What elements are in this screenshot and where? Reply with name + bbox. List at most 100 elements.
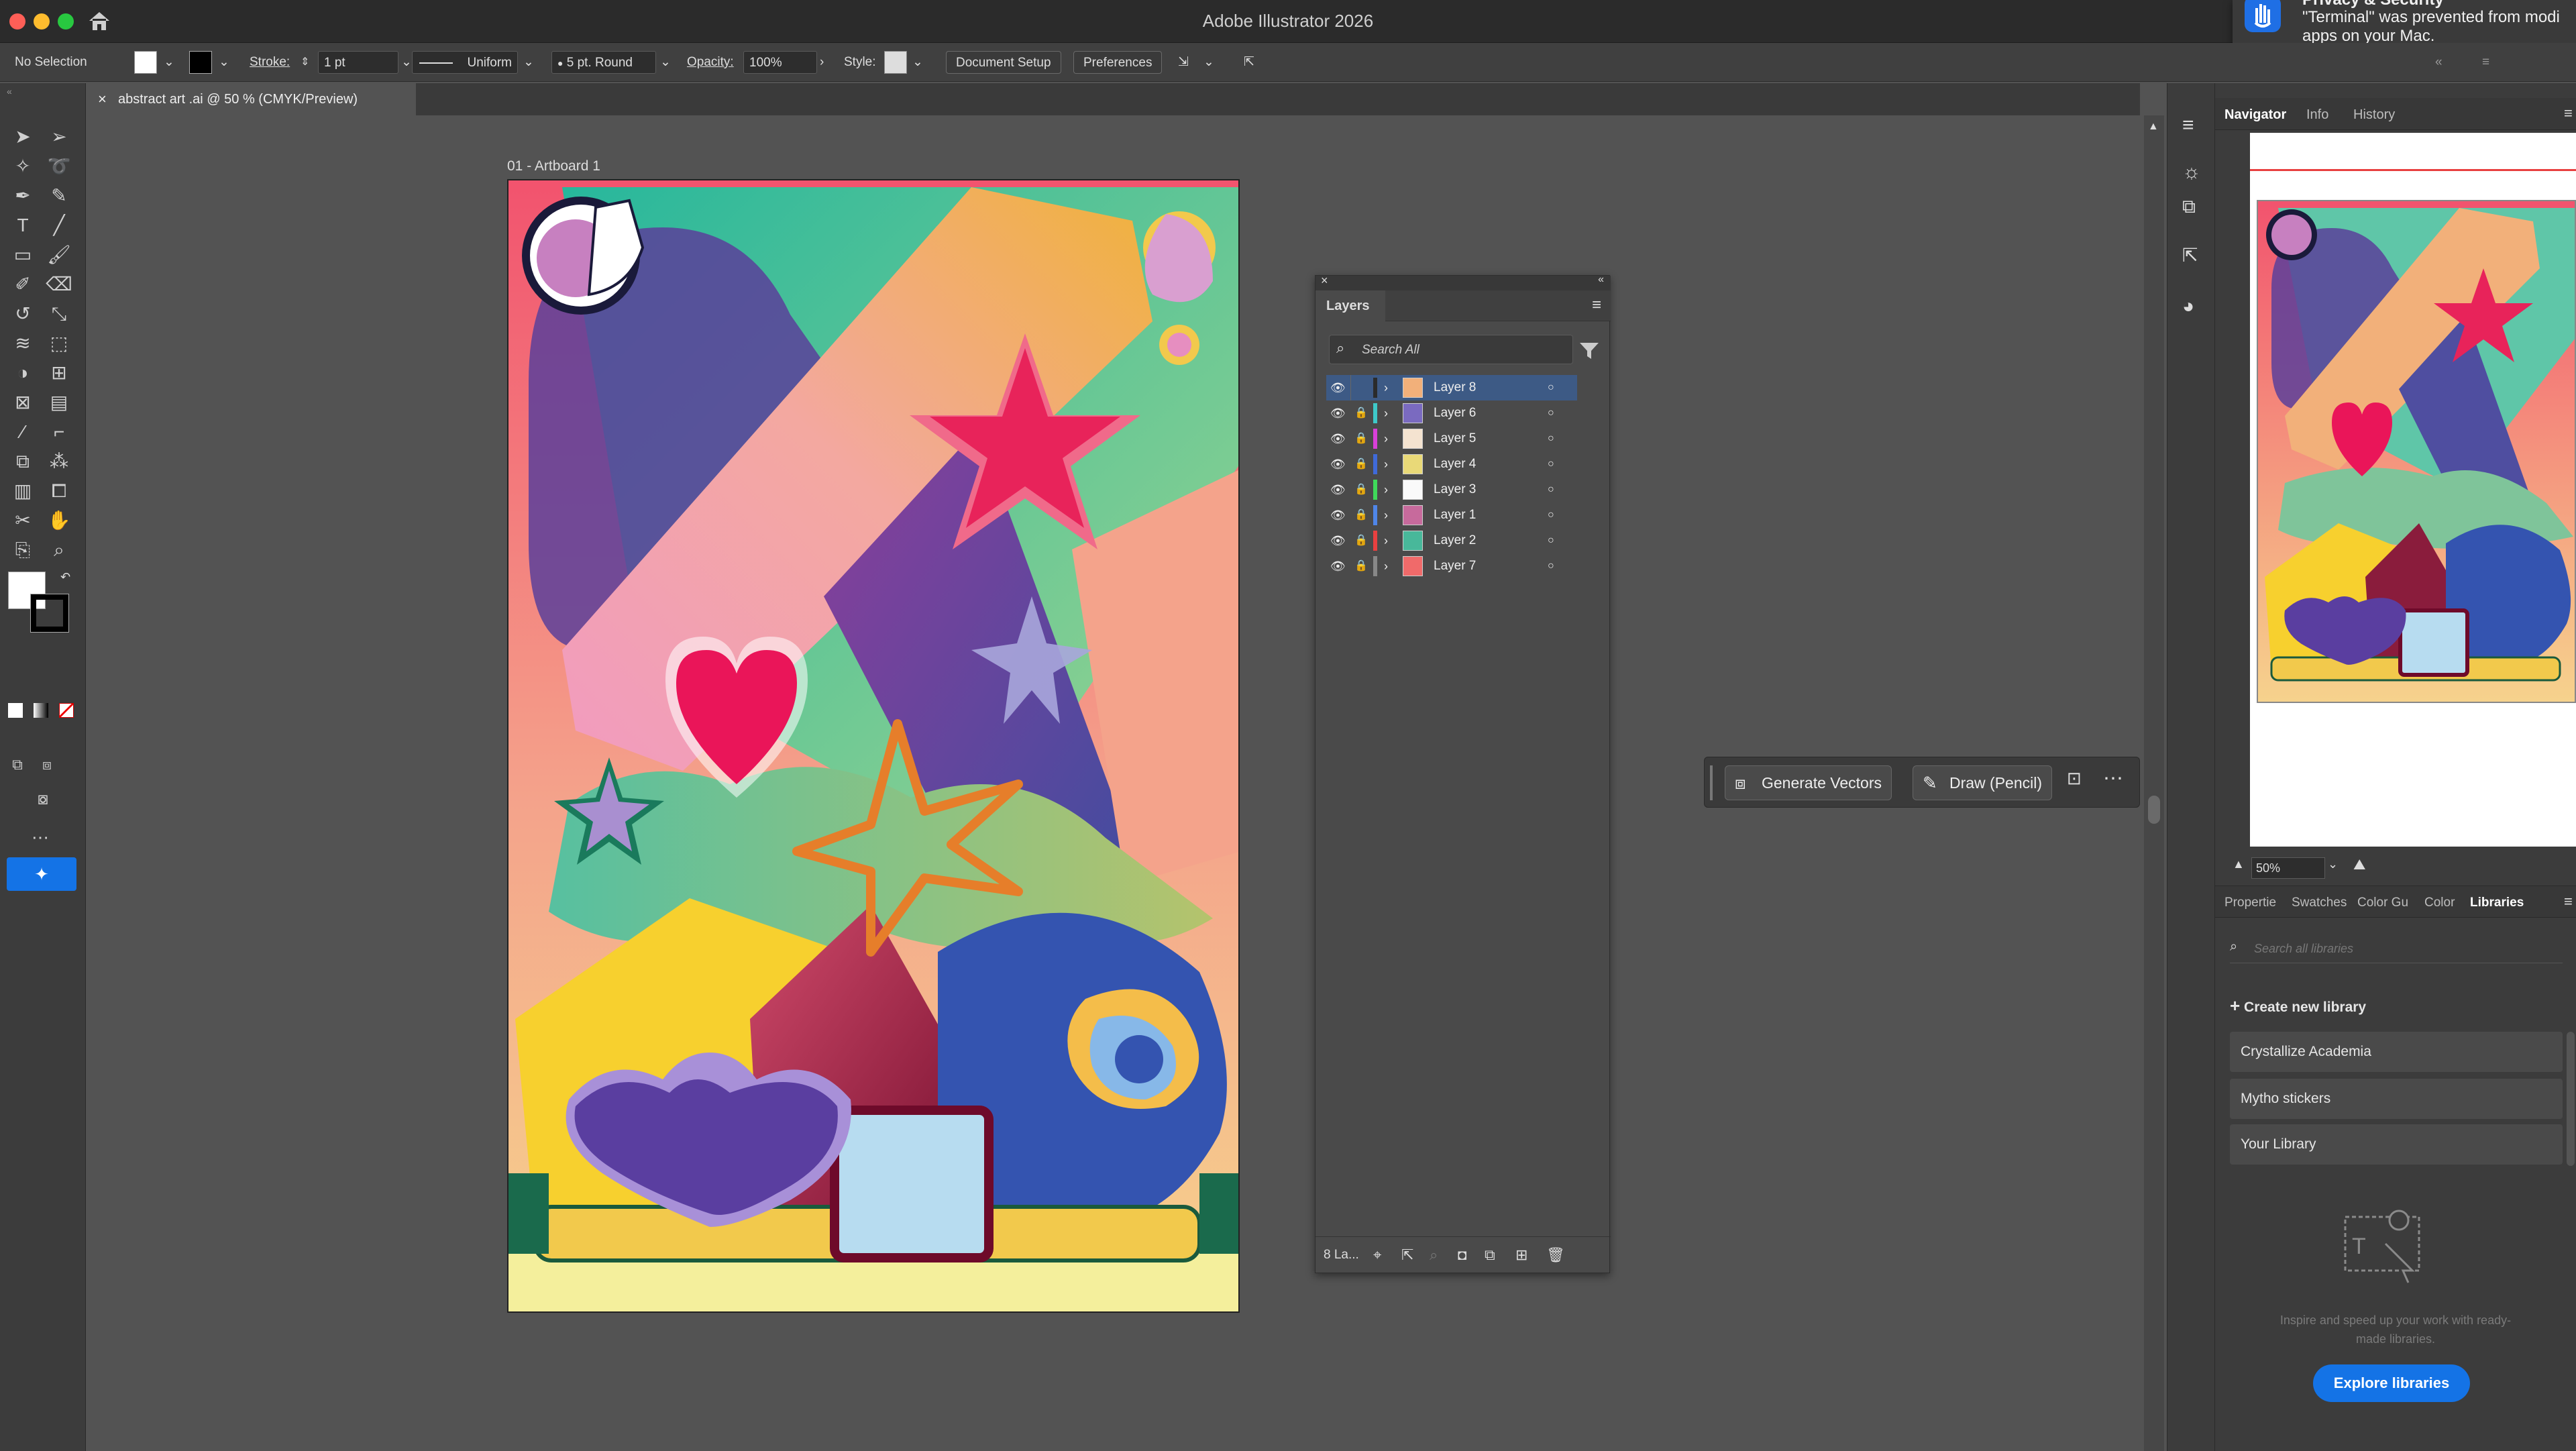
layer-name[interactable]: Layer 3 bbox=[1434, 477, 1476, 502]
layer-row[interactable]: 👁 🔒 › Layer 2 ○ bbox=[1326, 528, 1577, 553]
measure-tool-icon[interactable]: ⌐ bbox=[46, 419, 72, 445]
library-item[interactable]: Crystallize Academia bbox=[2230, 1032, 2563, 1072]
chevron-down-icon[interactable]: ⌄ bbox=[912, 51, 923, 74]
canvas-vertical-scrollbar[interactable]: ▲ bbox=[2144, 115, 2164, 1451]
target-icon[interactable]: ○ bbox=[1548, 400, 1554, 426]
drag-handle[interactable] bbox=[1710, 765, 1713, 800]
tab-layers[interactable]: Layers bbox=[1316, 290, 1385, 321]
library-item[interactable]: Mytho stickers bbox=[2230, 1079, 2563, 1119]
scale-tool-icon[interactable]: ⤡ bbox=[46, 301, 72, 327]
chevron-down-icon[interactable]: ⌄ bbox=[219, 51, 229, 74]
layer-name[interactable]: Layer 7 bbox=[1434, 553, 1476, 579]
explore-libraries-button[interactable]: Explore libraries bbox=[2313, 1364, 2470, 1402]
lock-icon[interactable]: 🔒 bbox=[1354, 502, 1368, 528]
sun-icon[interactable]: ☼ bbox=[2182, 161, 2201, 184]
eye-icon[interactable]: 👁 bbox=[1330, 426, 1346, 451]
panel-menu-icon[interactable]: ≡ bbox=[2482, 51, 2489, 74]
eye-icon[interactable]: 👁 bbox=[1330, 477, 1346, 502]
artboard[interactable] bbox=[507, 179, 1240, 1313]
direct-selection-tool-icon[interactable]: ➢ bbox=[46, 123, 72, 150]
draw-normal-icon[interactable]: ⧉ bbox=[4, 751, 31, 778]
eyedropper-tool-icon[interactable]: ⁄ bbox=[9, 419, 36, 445]
lock-icon[interactable]: 🔒 bbox=[1354, 426, 1368, 451]
eye-icon[interactable]: 👁 bbox=[1330, 375, 1346, 400]
library-item[interactable]: Your Library bbox=[2230, 1124, 2563, 1165]
collapse-icon[interactable]: « bbox=[2435, 51, 2443, 74]
target-icon[interactable]: ○ bbox=[1548, 375, 1554, 400]
warp-tool-icon[interactable]: ≋ bbox=[9, 330, 36, 357]
chevron-right-icon[interactable]: › bbox=[1384, 375, 1388, 400]
tab-history[interactable]: History bbox=[2353, 107, 2395, 123]
zoom-out-icon[interactable]: ▲ bbox=[2233, 857, 2245, 871]
layer-row[interactable]: 👁 🔒 › Layer 3 ○ bbox=[1326, 477, 1577, 502]
chevron-down-icon[interactable]: ⌄ bbox=[164, 51, 174, 74]
target-icon[interactable]: ○ bbox=[1548, 528, 1554, 553]
zoom-tool-icon[interactable]: ⌕ bbox=[46, 537, 72, 563]
paintbrush-tool-icon[interactable]: 🖌 bbox=[46, 241, 72, 268]
image-trace-icon[interactable]: ⊡ bbox=[2067, 768, 2082, 789]
lock-icon[interactable]: 🔒 bbox=[1354, 477, 1368, 502]
chevron-down-icon[interactable]: ⌄ bbox=[523, 51, 534, 74]
slice-tool-icon[interactable]: ✂ bbox=[9, 507, 36, 534]
target-icon[interactable]: ○ bbox=[1548, 553, 1554, 579]
chevron-down-icon[interactable]: ⌄ bbox=[660, 51, 671, 74]
libraries-scrollbar[interactable] bbox=[2567, 1032, 2575, 1166]
gradient-mode-icon[interactable] bbox=[34, 703, 48, 718]
lasso-tool-icon[interactable]: ➰ bbox=[46, 153, 72, 180]
layer-row[interactable]: 👁 › Layer 8 ○ bbox=[1326, 375, 1577, 400]
layer-row[interactable]: 👁 🔒 › Layer 5 ○ bbox=[1326, 426, 1577, 451]
stepper-icon[interactable]: ⇕ bbox=[301, 51, 309, 74]
artboard-tool-icon[interactable]: ⧠ bbox=[46, 478, 72, 504]
navigator-preview[interactable] bbox=[2250, 133, 2576, 847]
print-tiling-tool-icon[interactable]: ⎘ bbox=[9, 537, 36, 563]
target-icon[interactable]: ○ bbox=[1548, 477, 1554, 502]
panel-menu-icon[interactable]: ≡ bbox=[2564, 893, 2573, 910]
opacity-field[interactable]: 100% bbox=[743, 51, 817, 74]
preferences-button[interactable]: Preferences bbox=[1073, 51, 1163, 74]
collapse-icon[interactable]: « bbox=[7, 86, 12, 97]
layer-name[interactable]: Layer 8 bbox=[1434, 375, 1476, 400]
hand-tool-icon[interactable]: ✋ bbox=[46, 507, 72, 534]
eye-icon[interactable]: 👁 bbox=[1330, 553, 1346, 579]
tab-navigator[interactable]: Navigator bbox=[2224, 107, 2286, 123]
eye-icon[interactable]: 👁 bbox=[1330, 451, 1346, 477]
panel-menu-icon[interactable]: ≡ bbox=[2564, 105, 2573, 122]
layer-row[interactable]: 👁 🔒 › Layer 6 ○ bbox=[1326, 400, 1577, 426]
panel-menu-icon[interactable]: ≡ bbox=[1592, 296, 1601, 315]
shape-builder-tool-icon[interactable]: ◑ bbox=[9, 360, 36, 386]
lock-icon[interactable]: 🔒 bbox=[1354, 400, 1368, 426]
search-icon[interactable]: ⌕ bbox=[1430, 1237, 1438, 1273]
chevron-right-icon[interactable]: › bbox=[1384, 502, 1388, 528]
chevron-down-icon[interactable]: ⌄ bbox=[1203, 51, 1214, 74]
clipping-mask-icon[interactable]: ◘ bbox=[1458, 1237, 1466, 1273]
document-tab[interactable]: × abstract art .ai @ 50 % (CMYK/Preview) bbox=[87, 83, 416, 115]
type-tool-icon[interactable]: T bbox=[9, 212, 36, 239]
layer-name[interactable]: Layer 5 bbox=[1434, 426, 1476, 451]
navigator-view-box[interactable] bbox=[2250, 169, 2576, 171]
layers-search-input[interactable]: ⌕ Search All bbox=[1329, 335, 1573, 364]
more-options-icon[interactable]: ⋯ bbox=[2103, 767, 2123, 790]
transform-icon[interactable]: ⧉ bbox=[2182, 196, 2196, 218]
rectangle-tool-icon[interactable]: ▭ bbox=[9, 241, 36, 268]
arrange-icon[interactable]: ⇲ bbox=[1178, 51, 1189, 74]
eye-icon[interactable]: 👁 bbox=[1330, 528, 1346, 553]
zoom-in-icon[interactable]: ⛰ bbox=[2353, 856, 2365, 873]
scrollbar-thumb[interactable] bbox=[2148, 796, 2160, 824]
mesh-tool-icon[interactable]: ⊠ bbox=[9, 389, 36, 416]
share-icon[interactable]: ⇱ bbox=[1244, 51, 1254, 74]
target-icon[interactable]: ○ bbox=[1548, 451, 1554, 477]
layer-row[interactable]: 👁 🔒 › Layer 4 ○ bbox=[1326, 451, 1577, 477]
tab-libraries[interactable]: Libraries bbox=[2470, 896, 2524, 910]
stroke-profile-dropdown[interactable]: Uniform bbox=[412, 51, 518, 74]
trash-icon[interactable]: 🗑 bbox=[1546, 1237, 1565, 1273]
stroke-weight-field[interactable]: 1 pt bbox=[318, 51, 398, 74]
collapse-icon[interactable]: « bbox=[1598, 274, 1604, 286]
magic-wand-tool-icon[interactable]: ✧ bbox=[9, 153, 36, 180]
chevron-right-icon[interactable]: › bbox=[1384, 477, 1388, 502]
chevron-right-icon[interactable]: › bbox=[1384, 451, 1388, 477]
screen-mode-icon[interactable]: ⧇ bbox=[30, 785, 56, 812]
none-mode-icon[interactable] bbox=[59, 703, 74, 718]
color-wheel-icon[interactable]: ◕ bbox=[2182, 295, 2194, 318]
layer-name[interactable]: Layer 1 bbox=[1434, 502, 1476, 528]
close-panel-icon[interactable]: × bbox=[1321, 274, 1328, 288]
